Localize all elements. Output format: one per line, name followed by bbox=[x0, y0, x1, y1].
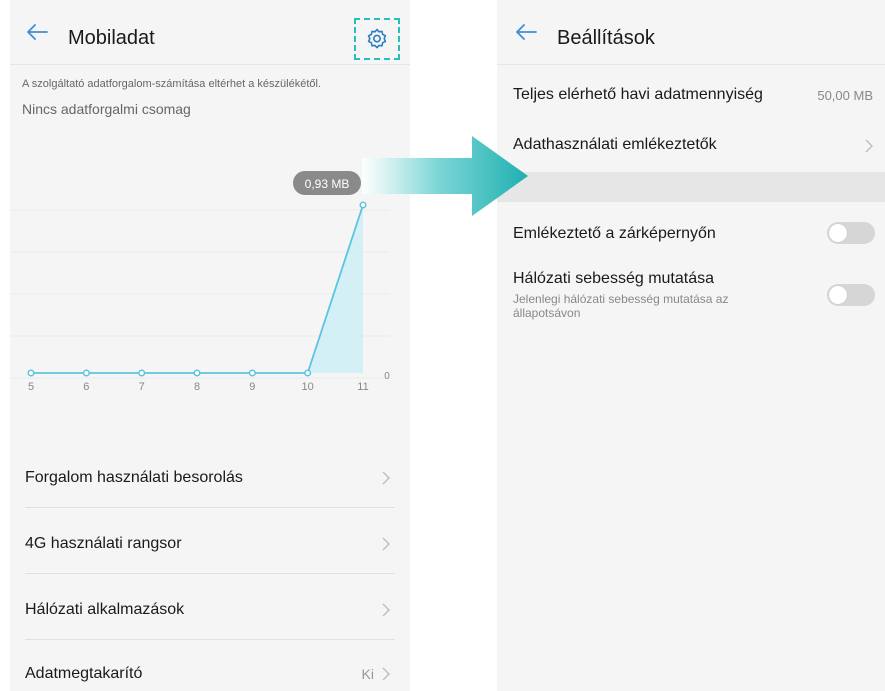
usage-area bbox=[31, 205, 363, 373]
monthly-data-limit-value: 50,00 MB bbox=[817, 88, 873, 103]
list-item-4g-ranking[interactable]: 4G használati rangsor bbox=[10, 514, 410, 574]
row-label: Hálózati alkalmazások bbox=[25, 601, 185, 618]
header-divider bbox=[497, 64, 885, 65]
data-point bbox=[27, 369, 35, 377]
row-label: Forgalom használati besorolás bbox=[25, 469, 243, 486]
network-speed-description: Jelenlegi hálózati sebesség mutatása az … bbox=[513, 292, 729, 320]
usage-reminders-label: Adathasználati emlékeztetők bbox=[513, 136, 717, 153]
back-arrow-icon[interactable] bbox=[515, 24, 537, 40]
chevron-right-icon bbox=[382, 603, 390, 617]
lockscreen-reminder-label: Emlékeztető a zárképernyőn bbox=[513, 225, 716, 242]
chevron-right-icon bbox=[382, 667, 390, 681]
gear-icon bbox=[367, 28, 387, 49]
y-zero-label: 0 bbox=[384, 371, 390, 382]
back-arrow-icon[interactable] bbox=[26, 24, 48, 40]
header: Mobiladat bbox=[10, 0, 410, 62]
toggle-knob bbox=[829, 286, 847, 304]
data-point bbox=[304, 369, 312, 377]
toggle-knob bbox=[829, 224, 847, 242]
network-speed-row[interactable]: Hálózati sebesség mutatása Jelenlegi hál… bbox=[497, 266, 885, 330]
data-point bbox=[248, 369, 256, 377]
network-speed-toggle[interactable] bbox=[827, 284, 875, 306]
chevron-right-icon bbox=[382, 537, 390, 551]
row-divider bbox=[25, 639, 395, 640]
data-point bbox=[82, 369, 90, 377]
data-saver-status: Ki bbox=[361, 666, 374, 682]
monthly-data-limit-label: Teljes elérhető havi adatmennyiség bbox=[513, 86, 763, 103]
list-item-data-saver[interactable]: Adatmegtakarító Ki bbox=[10, 644, 410, 691]
settings-button[interactable] bbox=[354, 18, 400, 60]
row-divider bbox=[25, 507, 395, 508]
monthly-data-limit-row[interactable]: Teljes elérhető havi adatmennyiség 50,00… bbox=[497, 76, 885, 116]
lockscreen-reminder-row[interactable]: Emlékeztető a zárképernyőn bbox=[497, 216, 885, 252]
x-tick-label: 9 bbox=[249, 381, 255, 393]
x-tick-label: 8 bbox=[194, 381, 200, 393]
x-tick-label: 5 bbox=[28, 381, 34, 393]
package-status: Nincs adatforgalmi csomag bbox=[22, 101, 191, 117]
network-speed-label: Hálózati sebesség mutatása bbox=[513, 270, 714, 287]
row-label: Adatmegtakarító bbox=[25, 665, 143, 682]
section-divider bbox=[497, 172, 885, 202]
mobile-data-screen: Mobiladat A szolgáltató adatforgalom-szá… bbox=[10, 0, 410, 691]
data-point bbox=[138, 369, 146, 377]
page-title: Mobiladat bbox=[68, 27, 155, 49]
header-divider bbox=[10, 64, 410, 65]
tooltip-value: 0,93 MB bbox=[305, 177, 350, 191]
list-item-traffic-classification[interactable]: Forgalom használati besorolás bbox=[10, 448, 410, 508]
usage-line bbox=[31, 204, 364, 374]
list-item-network-apps[interactable]: Hálózati alkalmazások bbox=[10, 580, 410, 640]
row-label: 4G használati rangsor bbox=[25, 535, 182, 552]
header: Beállítások bbox=[497, 0, 885, 62]
page-title: Beállítások bbox=[557, 27, 655, 49]
arrow-right-icon bbox=[362, 136, 528, 216]
settings-screen: Beállítások Teljes elérhető havi adatmen… bbox=[497, 0, 885, 691]
x-tick-label: 10 bbox=[302, 381, 314, 393]
x-tick-label: 7 bbox=[139, 381, 145, 393]
chevron-right-icon bbox=[382, 471, 390, 485]
data-point bbox=[193, 369, 201, 377]
operator-disclaimer: A szolgáltató adatforgalom-számítása elt… bbox=[22, 78, 321, 90]
x-tick-label: 6 bbox=[83, 381, 89, 393]
usage-reminders-row[interactable]: Adathasználati emlékeztetők bbox=[497, 126, 885, 166]
chevron-right-icon bbox=[865, 139, 873, 153]
usage-chart: 5 6 7 8 9 10 11 0 0,93 MB bbox=[10, 171, 390, 393]
x-tick-label: 11 bbox=[357, 381, 368, 393]
lockscreen-reminder-toggle[interactable] bbox=[827, 222, 875, 244]
row-divider bbox=[25, 573, 395, 574]
